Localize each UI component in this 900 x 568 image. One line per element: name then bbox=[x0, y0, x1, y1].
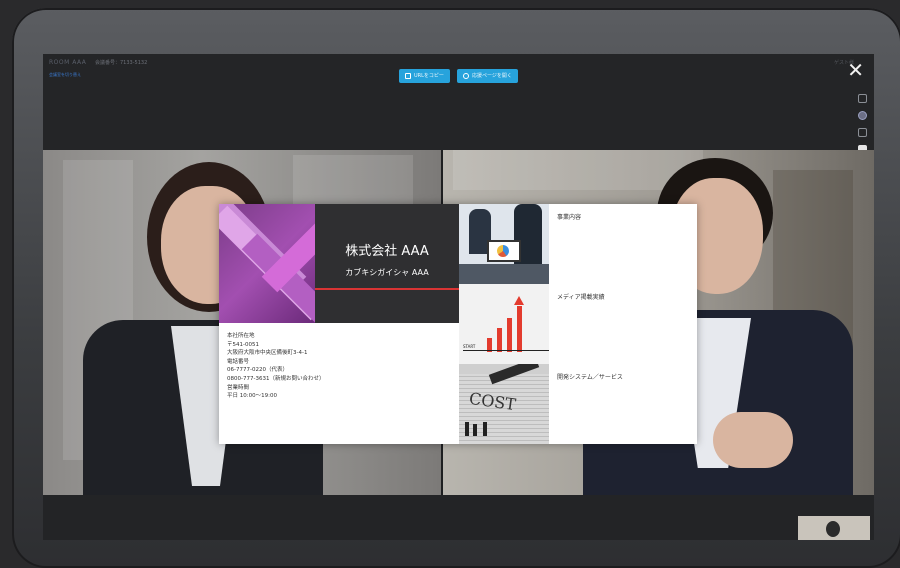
company-title-box: 株式会社 AAA カブキシガイシャ AAA bbox=[315, 204, 459, 323]
growth-chart-photo: START bbox=[459, 284, 549, 364]
phone-new: 0800-777-3631（新規お問い合わせ） bbox=[227, 375, 325, 382]
company-name: 株式会社 AAA bbox=[345, 244, 429, 259]
business-meeting-photo bbox=[459, 204, 549, 284]
company-logo-art bbox=[219, 204, 315, 323]
chat-icon[interactable] bbox=[858, 94, 867, 103]
company-divider bbox=[315, 288, 459, 290]
bar bbox=[497, 328, 502, 352]
company-info: 本社所在地 〒541-0051 大阪府大阪市中央区備後町3-4-1 電話番号 0… bbox=[227, 332, 452, 401]
start-line bbox=[463, 350, 549, 351]
desk bbox=[459, 264, 549, 284]
phone-main: 06-7777-0220（代表） bbox=[227, 367, 288, 374]
globe-icon bbox=[463, 72, 469, 79]
app-logo: ROOM AAA bbox=[49, 59, 87, 66]
self-view-thumbnail[interactable] bbox=[798, 516, 870, 540]
bar bbox=[507, 318, 512, 352]
bottom-bar bbox=[43, 495, 874, 540]
company-kana: カブキシガイシャ AAA bbox=[345, 268, 429, 277]
hours-label: 営業時間 bbox=[227, 384, 250, 391]
close-icon[interactable]: ✕ bbox=[847, 60, 864, 80]
shared-company-card[interactable]: 株式会社 AAA カブキシガイシャ AAA 本社所在地 〒541-0051 大阪… bbox=[219, 204, 697, 444]
comment-icon[interactable] bbox=[858, 128, 867, 137]
top-bar: ROOM AAA 会議番号：7133-5132 会議室を切り替え ゲスト様 UR… bbox=[43, 54, 874, 154]
bar bbox=[517, 306, 522, 352]
arrow-up-icon bbox=[514, 296, 524, 305]
pie-chart-icon bbox=[497, 245, 509, 257]
cost-photo: COST bbox=[459, 364, 549, 444]
section-business: 事業内容 bbox=[557, 214, 582, 221]
figure-silhouette bbox=[465, 422, 469, 436]
participant-icon[interactable] bbox=[858, 111, 867, 120]
switch-room-link[interactable]: 会議室を切り替え bbox=[49, 72, 81, 78]
self-view-person bbox=[826, 521, 840, 537]
address: 大阪府大阪市中央区備後町3-4-1 bbox=[227, 350, 308, 357]
phone-label: 電話番号 bbox=[227, 358, 250, 365]
open-page-label: 応援ページを開く bbox=[472, 73, 512, 79]
figure-silhouette bbox=[473, 424, 477, 436]
section-systems: 開発システム／サービス bbox=[557, 374, 623, 381]
section-media: メディア掲載実績 bbox=[557, 294, 605, 301]
meeting-id: 会議番号：7133-5132 bbox=[95, 60, 148, 66]
copy-url-label: URLをコピー bbox=[414, 73, 444, 79]
copy-url-button[interactable]: URLをコピー bbox=[399, 69, 450, 83]
app-screen: ROOM AAA 会議番号：7133-5132 会議室を切り替え ゲスト様 UR… bbox=[43, 54, 874, 540]
hq-label: 本社所在地 bbox=[227, 333, 255, 339]
open-page-button[interactable]: 応援ページを開く bbox=[457, 69, 518, 83]
figure-silhouette bbox=[483, 422, 487, 436]
start-label: START bbox=[463, 344, 476, 349]
business-hours: 平日 10:00～19:00 bbox=[227, 393, 277, 400]
copy-icon bbox=[405, 72, 411, 79]
hands-shape bbox=[713, 412, 793, 468]
postal-code: 〒541-0051 bbox=[227, 341, 259, 348]
